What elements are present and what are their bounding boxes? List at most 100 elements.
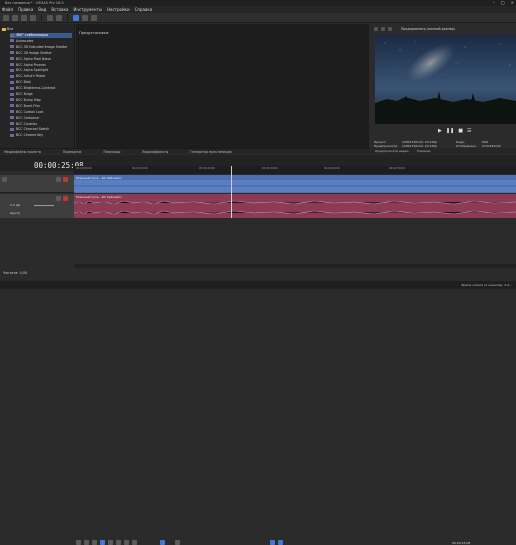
stop-icon[interactable] (116, 540, 121, 545)
plugin-tree-item[interactable]: BCC Bump Map (10, 98, 72, 103)
redo-icon[interactable] (56, 14, 62, 21)
tab-media-generators[interactable]: Генератор мультимедиа (190, 150, 232, 154)
auto-ripple-icon[interactable] (270, 540, 275, 545)
plugin-tree-item-label: BCC Alpha Process (16, 62, 46, 67)
preview-fx-icon[interactable] (381, 27, 385, 31)
tab-explorer[interactable]: Проводник (63, 150, 81, 154)
plugin-tree-item[interactable]: BCC Chrome Key (10, 133, 72, 138)
video-preview-frame (375, 35, 516, 124)
normal-edit-tool-icon[interactable] (73, 14, 79, 21)
plugin-icon (10, 98, 14, 102)
plugin-tree-item[interactable]: BCC Charcoal Sketch (10, 127, 72, 132)
preview-transport: ▶ ❚❚ ■ ☰ (371, 127, 516, 135)
mute-icon[interactable] (56, 196, 61, 201)
tab-trimmer[interactable]: Триммер (417, 149, 431, 153)
preview-quality-select[interactable]: Предпросмотр (полный размер) (401, 27, 455, 31)
menu-tools[interactable]: Инструменты (73, 7, 102, 12)
tree-root[interactable]: Все (2, 27, 72, 32)
plugin-tree-item[interactable]: Autoscales (10, 39, 72, 44)
plugin-tree-pane: Все 360° стабилизация Autoscales BCC 3D Ex… (0, 24, 75, 148)
video-track[interactable]: Млечный путь - 4К Таймлапс (74, 175, 516, 193)
tab-project-media[interactable]: Медиафайлы проекта (4, 150, 41, 154)
play-from-start-icon[interactable] (92, 540, 97, 545)
tab-video-fx[interactable]: Видеоэффекты (142, 150, 168, 154)
plugin-tree-item[interactable]: BCC Carbon Lock (10, 110, 72, 115)
plugin-tree-item[interactable]: BCC Alpha Process (10, 63, 72, 68)
plugin-tree-item-label: BCC Charcoal Sketch (16, 127, 50, 132)
plugin-tree-item-label: BCC Bulge (16, 92, 33, 96)
play-icon[interactable] (100, 540, 105, 545)
envelope-tool-icon[interactable] (82, 14, 88, 21)
plugin-tree-item[interactable]: BCC Bulge (10, 92, 72, 97)
record-icon[interactable] (76, 540, 81, 545)
plugin-icon (10, 63, 14, 66)
plugin-tree-item-label: 360° стабилизация (16, 33, 49, 37)
plugin-tree-item[interactable]: BCC 3D Extruded Image Shatter (10, 45, 72, 50)
volume-slider[interactable] (34, 205, 54, 206)
plugin-tree-item-label: BCC Burnt Film (16, 103, 40, 108)
plugin-tree-item-label: Autoscales (16, 38, 34, 43)
status-bar: Время записи (2 каналов): 2:9... (0, 281, 516, 289)
mute-icon[interactable] (56, 177, 61, 182)
menu-insert[interactable]: Вставка (51, 7, 68, 12)
edit-tool-icon[interactable] (160, 540, 165, 545)
ruler-tick: 00:00:50;00 (389, 167, 405, 170)
audio-track-header[interactable]: 0,0 дБ Центр (0, 194, 74, 218)
pause-icon[interactable] (108, 540, 113, 545)
render-icon[interactable] (30, 14, 36, 21)
pan-readout: Центр (10, 211, 20, 215)
plugin-tree-item[interactable]: BCC Burnt Film (10, 104, 72, 109)
undo-icon[interactable] (47, 14, 53, 21)
plugin-tree-item[interactable]: BCC 3D Image Shatter (10, 51, 72, 56)
lock-envelopes-icon[interactable] (278, 540, 283, 545)
split-screen-icon[interactable] (388, 27, 392, 31)
menu-view[interactable]: Вид (38, 7, 46, 12)
tab-video-preview[interactable]: Предпросмотр видео (375, 149, 409, 153)
audio-track[interactable]: Млечный путь - 4К Таймлапс (74, 194, 516, 218)
solo-icon[interactable] (63, 177, 68, 182)
plugin-icon (10, 45, 14, 49)
video-track-header[interactable] (0, 175, 74, 193)
ruler-tick: 00:00:00;00 (76, 167, 92, 170)
snap-icon[interactable] (175, 540, 180, 545)
plugin-tree-item[interactable]: BCC Caustics (10, 122, 72, 127)
go-to-start-icon[interactable] (124, 540, 129, 545)
solo-icon[interactable] (63, 196, 68, 201)
menu-file[interactable]: Файл (2, 7, 13, 12)
status-text: Время записи (2 каналов): 2:9... (461, 283, 512, 287)
maximize-icon[interactable]: □ (501, 0, 505, 5)
selection-tool-icon[interactable] (91, 14, 97, 21)
menu-settings[interactable]: Настройки (107, 7, 130, 12)
time-ruler[interactable]: 00:00:00;00 00:00:10;00 00:00:20;00 00:0… (74, 166, 516, 174)
track-motion-icon[interactable] (2, 177, 7, 182)
plugin-tree-item[interactable]: BCC Brightness-Contrast (10, 86, 72, 91)
plugin-tree-item[interactable]: 360° стабилизация (10, 33, 72, 38)
plugin-tree-item[interactable]: BCC Cartooner (10, 116, 72, 121)
menu-icon[interactable]: ☰ (467, 128, 471, 134)
plugin-tree-item[interactable]: BCC Alpha Pixel Noise (10, 57, 72, 62)
play-icon[interactable]: ▶ (438, 128, 442, 134)
close-icon[interactable]: × (511, 0, 514, 5)
go-to-end-icon[interactable] (132, 540, 137, 545)
playback-rate: Частота: 0,00 (3, 271, 28, 275)
video-clip-thumbnails (74, 180, 516, 192)
stop-icon[interactable]: ■ (458, 128, 463, 134)
save-icon[interactable] (21, 14, 27, 21)
menu-edit[interactable]: Правка (18, 7, 33, 12)
pause-icon[interactable]: ❚❚ (446, 128, 454, 134)
audio-waveform (74, 200, 516, 215)
menu-help[interactable]: Справка (135, 7, 153, 12)
tab-transitions[interactable]: Переходы (104, 150, 121, 154)
plugin-tree-item-label: BCC Carbon Lock (16, 109, 44, 114)
minimize-icon[interactable]: – (493, 0, 495, 5)
plugin-tree-item[interactable]: BCC Artist's Poster (10, 74, 72, 79)
new-project-icon[interactable] (3, 14, 9, 21)
plugin-tree-item-label: BCC Chrome Key (16, 133, 43, 138)
timeline-empty-area[interactable] (0, 218, 516, 264)
ruler-tick: 00:00:20;00 (199, 167, 215, 170)
plugin-tree-item[interactable]: BCC Blob (10, 80, 72, 85)
plugin-tree-item[interactable]: BCC Alpha Spotlight (10, 68, 72, 73)
preview-settings-icon[interactable] (374, 27, 378, 31)
loop-icon[interactable] (84, 540, 89, 545)
open-icon[interactable] (12, 14, 18, 21)
